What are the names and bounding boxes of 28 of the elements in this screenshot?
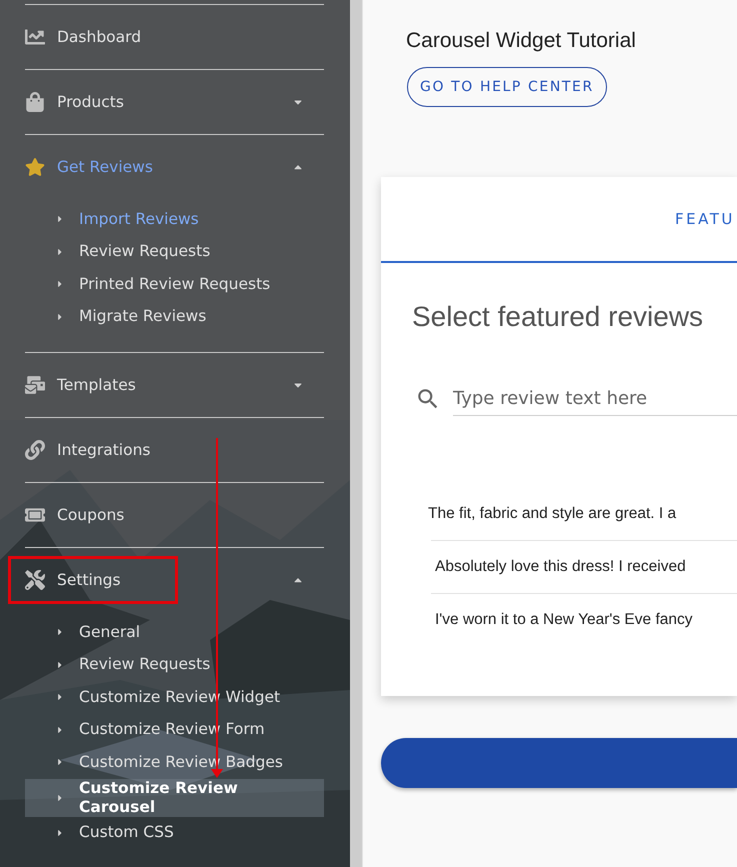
review-item[interactable]: The fit, fabric and style are great. I a	[427, 488, 737, 540]
page-title: Carousel Widget Tutorial	[406, 29, 637, 53]
shopping-bag-icon	[25, 92, 45, 112]
sidebar-item[interactable]: Review Requests	[79, 655, 210, 674]
search-field[interactable]: Type review text here	[453, 381, 737, 416]
review-item[interactable]: Absolutely love this dress! I received	[431, 540, 737, 593]
sidebar-item[interactable]: General	[79, 622, 140, 642]
sidebar-item[interactable]: Customize Review Carousel	[79, 778, 291, 816]
section-heading: Select featured reviews	[412, 301, 704, 333]
link-icon	[25, 440, 45, 460]
sidebar-section[interactable]: Templates	[57, 376, 136, 394]
envelopes-icon	[25, 375, 45, 395]
sidebar-section[interactable]: Coupons	[57, 506, 124, 524]
sidebar-item[interactable]: Printed Review Requests	[79, 274, 270, 294]
tools-icon	[25, 570, 45, 590]
review-item[interactable]: I've worn it to a New Year's Eve fancy	[431, 593, 737, 646]
sidebar-item[interactable]: Review Requests	[79, 242, 210, 262]
sidebar-item[interactable]: Migrate Reviews	[79, 307, 206, 326]
sidebar-section[interactable]: Products	[57, 93, 124, 111]
sidebar-section[interactable]: Settings	[57, 571, 121, 589]
star-icon	[25, 157, 45, 177]
help-center-button[interactable]: GO TO HELP CENTER	[407, 67, 607, 107]
tab[interactable]: FEATU	[381, 177, 737, 263]
sidebar-section[interactable]: Integrations	[57, 441, 150, 459]
sidebar-item[interactable]: Import Reviews	[79, 210, 199, 229]
chart-icon	[25, 27, 45, 47]
sidebar-item[interactable]: Custom CSS	[79, 823, 174, 842]
sidebar-section[interactable]: Dashboard	[57, 28, 142, 46]
